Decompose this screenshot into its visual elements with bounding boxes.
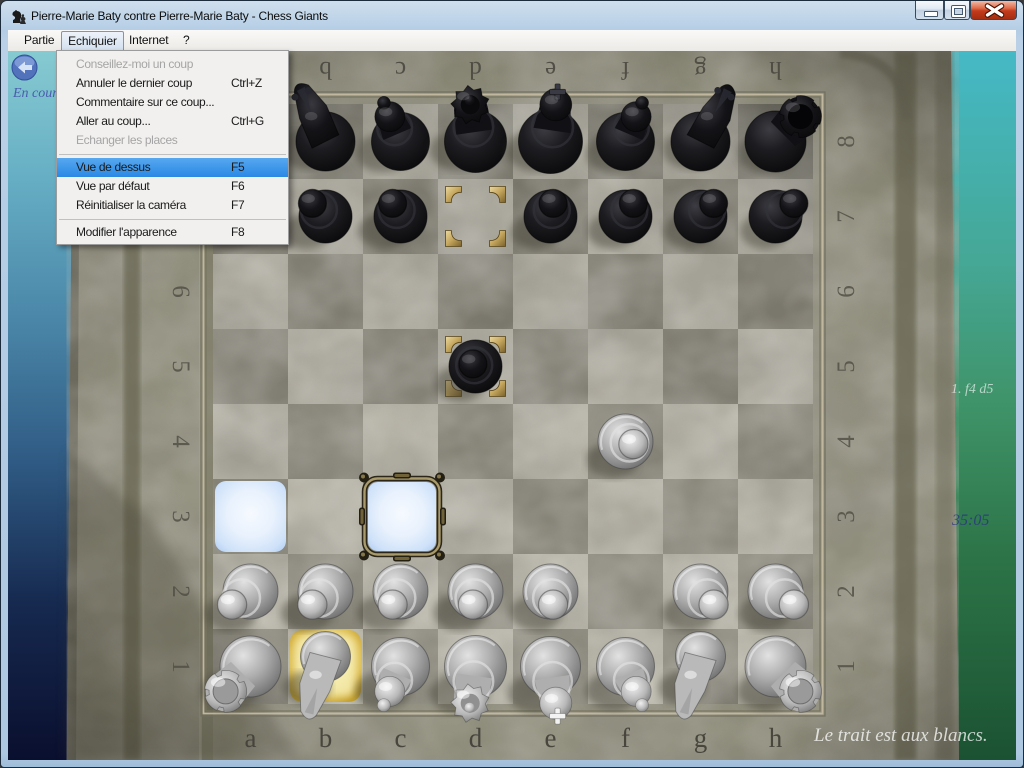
- svg-text:e: e: [545, 56, 556, 83]
- svg-text:h: h: [769, 723, 783, 753]
- svg-text:3: 3: [167, 510, 194, 523]
- svg-text:f: f: [621, 723, 630, 753]
- svg-text:b: b: [319, 723, 333, 753]
- svg-text:5: 5: [833, 360, 860, 373]
- svg-text:c: c: [395, 56, 406, 83]
- svg-text:f: f: [621, 56, 630, 83]
- svg-text:1: 1: [833, 660, 860, 673]
- svg-text:2: 2: [167, 585, 194, 598]
- svg-text:6: 6: [167, 285, 194, 298]
- svg-text:5: 5: [167, 360, 194, 373]
- svg-text:b: b: [319, 56, 332, 83]
- svg-text:7: 7: [833, 210, 860, 223]
- svg-text:6: 6: [833, 285, 860, 298]
- svg-text:3: 3: [833, 510, 860, 523]
- svg-text:h: h: [769, 56, 782, 83]
- svg-text:4: 4: [833, 435, 860, 448]
- svg-text:c: c: [395, 723, 407, 753]
- svg-text:2: 2: [833, 585, 860, 598]
- svg-text:e: e: [545, 723, 557, 753]
- svg-text:g: g: [694, 723, 708, 753]
- svg-text:d: d: [469, 723, 483, 753]
- svg-text:4: 4: [167, 435, 194, 448]
- svg-text:1: 1: [167, 660, 194, 673]
- svg-text:a: a: [245, 723, 257, 753]
- svg-text:d: d: [469, 56, 482, 83]
- svg-text:g: g: [694, 56, 707, 83]
- svg-text:8: 8: [833, 135, 860, 148]
